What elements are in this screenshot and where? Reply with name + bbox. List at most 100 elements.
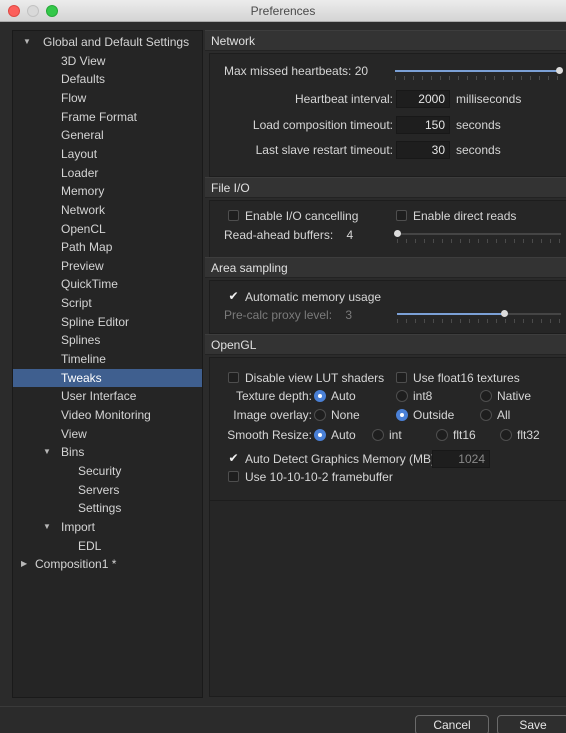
sidebar-item-user-interface[interactable]: User Interface <box>13 387 202 405</box>
sidebar-item-label: Security <box>78 463 122 478</box>
disable-view-lut-shaders-checkbox[interactable] <box>228 372 239 383</box>
precalc-proxy-level-slider-handle[interactable] <box>500 310 508 317</box>
sidebar-item-global-and-default-settings[interactable]: ▼ Global and Default Settings <box>13 33 202 51</box>
disclosure-expanded-icon[interactable]: ▼ <box>43 518 51 536</box>
heartbeat-interval-label: Heartbeat interval: <box>294 92 393 106</box>
automatic-memory-usage-checkbox[interactable]: ✔ <box>228 290 239 302</box>
sidebar-item-label: Preview <box>61 258 104 273</box>
sidebar-item-quicktime[interactable]: QuickTime <box>13 275 202 293</box>
smooth-resize-auto-radio[interactable] <box>314 429 326 441</box>
sidebar-item-defaults[interactable]: Defaults <box>13 70 202 88</box>
sidebar-item-spline-editor[interactable]: Spline Editor <box>13 313 202 331</box>
button-bar: Cancel Save <box>0 706 566 733</box>
preferences-tree[interactable]: ▼ Global and Default Settings 3D View Defau… <box>12 30 203 698</box>
precalc-proxy-level-slider[interactable] <box>397 313 561 315</box>
sidebar-item-network[interactable]: Network <box>13 201 202 219</box>
max-missed-heartbeats-label: Max missed heartbeats: 20 <box>224 64 369 78</box>
sidebar-item-memory[interactable]: Memory <box>13 182 202 200</box>
max-missed-heartbeats-slider-handle[interactable] <box>556 67 563 74</box>
enable-direct-reads-checkbox[interactable] <box>396 210 407 221</box>
sidebar-item-label: User Interface <box>61 389 137 404</box>
image-overlay-all-radio[interactable] <box>480 409 492 421</box>
read-ahead-buffers-slider-handle[interactable] <box>394 230 401 237</box>
use-10bit-framebuffer-checkbox[interactable] <box>228 471 239 482</box>
sidebar-item-timeline[interactable]: Timeline <box>13 350 202 368</box>
disable-view-lut-shaders-label: Disable view LUT shaders <box>245 371 385 385</box>
sidebar-item-label: General <box>61 128 104 143</box>
disclosure-expanded-icon[interactable]: ▼ <box>23 33 31 51</box>
use-float16-textures-checkbox[interactable] <box>396 372 407 383</box>
settings-panel: Network Max missed heartbeats: 20 Heartb… <box>205 26 566 706</box>
disclosure-collapsed-icon[interactable]: ▶ <box>21 555 27 573</box>
sidebar-item-path-map[interactable]: Path Map <box>13 238 202 256</box>
last-slave-restart-timeout-field[interactable]: 30 <box>396 141 450 159</box>
smooth-resize-int-label: int <box>389 428 402 442</box>
automatic-memory-usage-label: Automatic memory usage <box>245 290 382 304</box>
sidebar-item-opencl[interactable]: OpenCL <box>13 220 202 238</box>
heartbeat-interval-unit: milliseconds <box>456 92 522 106</box>
sidebar-item-label: Loader <box>61 165 99 180</box>
sidebar-item-edl[interactable]: EDL <box>13 537 202 555</box>
sidebar-item-label: Memory <box>61 184 105 199</box>
panel-empty-area <box>209 501 566 697</box>
sidebar-item-servers[interactable]: Servers <box>13 481 202 499</box>
texture-depth-int8-label: int8 <box>413 389 433 403</box>
smooth-resize-flt32-radio[interactable] <box>500 429 512 441</box>
image-overlay-none-radio[interactable] <box>314 409 326 421</box>
read-ahead-buffers-label: Read-ahead buffers: 4 <box>224 228 354 242</box>
smooth-resize-auto-label: Auto <box>331 428 356 442</box>
image-overlay-outside-label: Outside <box>413 408 455 422</box>
load-composition-timeout-field[interactable]: 150 <box>396 116 450 134</box>
sidebar-item-3d-view[interactable]: 3D View <box>13 52 202 70</box>
enable-io-cancelling-checkbox[interactable] <box>228 210 239 221</box>
max-missed-heartbeats-slider[interactable] <box>395 70 559 72</box>
sidebar-item-label: Video Monitoring <box>61 408 151 422</box>
fileio-section-header[interactable]: File I/O <box>205 177 566 198</box>
network-section-header[interactable]: Network <box>205 30 566 51</box>
cancel-button[interactable]: Cancel <box>415 715 489 733</box>
sidebar-item-general[interactable]: General <box>13 126 202 144</box>
area-sampling-header-label: Area sampling <box>211 261 288 275</box>
auto-detect-graphics-memory-checkbox[interactable]: ✔ <box>228 452 239 464</box>
read-ahead-buffers-slider[interactable] <box>397 233 561 235</box>
sidebar-item-composition1[interactable]: ▶ Composition1 * <box>13 555 202 573</box>
sidebar-item-view[interactable]: View <box>13 425 202 443</box>
sidebar-item-bins[interactable]: ▼ Bins <box>13 443 202 461</box>
texture-depth-int8-radio[interactable] <box>396 390 408 402</box>
sidebar-item-tweaks[interactable]: Tweaks <box>13 368 202 387</box>
sidebar-item-frame-format[interactable]: Frame Format <box>13 108 202 126</box>
sidebar-item-label: Splines <box>61 333 101 348</box>
sidebar-item-label: Import <box>61 519 96 534</box>
image-overlay-outside-radio[interactable] <box>396 409 408 421</box>
sidebar-item-label: Frame Format <box>61 109 138 124</box>
smooth-resize-int-radio[interactable] <box>372 429 384 441</box>
sidebar-item-script[interactable]: Script <box>13 294 202 312</box>
graphics-memory-field[interactable]: 1024 <box>432 450 490 468</box>
heartbeat-interval-field[interactable]: 2000 <box>396 90 450 108</box>
sidebar-item-label: Composition1 * <box>35 557 117 572</box>
enable-io-cancelling-label: Enable I/O cancelling <box>245 209 359 223</box>
slider-ticks <box>397 239 563 243</box>
smooth-resize-flt32-label: flt32 <box>517 428 540 442</box>
sidebar-item-layout[interactable]: Layout <box>13 145 202 163</box>
sidebar-item-label: Servers <box>78 482 120 497</box>
texture-depth-native-radio[interactable] <box>480 390 492 402</box>
sidebar-item-loader[interactable]: Loader <box>13 164 202 182</box>
sidebar-item-video-monitoring[interactable]: Video Monitoring <box>13 406 202 424</box>
sidebar-item-security[interactable]: Security <box>13 462 202 480</box>
slider-ticks <box>397 319 563 323</box>
area-sampling-section-header[interactable]: Area sampling <box>205 257 566 278</box>
sidebar-item-flow[interactable]: Flow <box>13 89 202 107</box>
smooth-resize-flt16-radio[interactable] <box>436 429 448 441</box>
texture-depth-auto-label: Auto <box>331 389 356 403</box>
opengl-section-header[interactable]: OpenGL <box>205 334 566 355</box>
smooth-resize-flt16-label: flt16 <box>453 428 476 442</box>
disclosure-expanded-icon[interactable]: ▼ <box>43 443 51 461</box>
sidebar-item-settings[interactable]: Settings <box>13 499 202 517</box>
sidebar-item-splines[interactable]: Splines <box>13 331 202 349</box>
sidebar-item-label: Layout <box>61 146 98 161</box>
texture-depth-auto-radio[interactable] <box>314 390 326 402</box>
sidebar-item-preview[interactable]: Preview <box>13 257 202 275</box>
sidebar-item-import[interactable]: ▼ Import <box>13 518 202 536</box>
save-button[interactable]: Save <box>497 715 566 733</box>
